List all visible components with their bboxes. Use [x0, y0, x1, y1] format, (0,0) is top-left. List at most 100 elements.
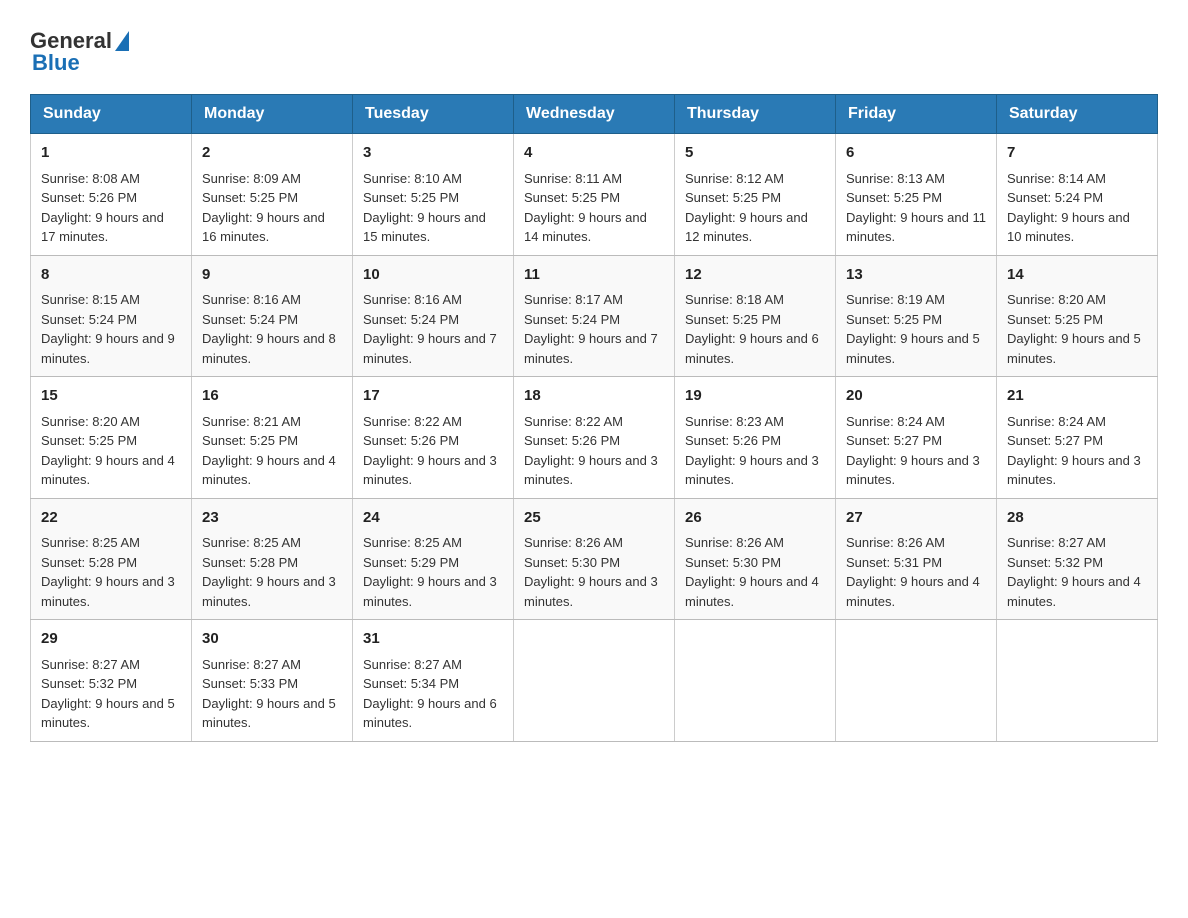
- sunset-text: Sunset: 5:25 PM: [1007, 312, 1103, 327]
- calendar-cell: 6Sunrise: 8:13 AMSunset: 5:25 PMDaylight…: [836, 134, 997, 256]
- sunrise-text: Sunrise: 8:13 AM: [846, 171, 945, 186]
- sunset-text: Sunset: 5:25 PM: [41, 433, 137, 448]
- sunrise-text: Sunrise: 8:09 AM: [202, 171, 301, 186]
- calendar-cell: 13Sunrise: 8:19 AMSunset: 5:25 PMDayligh…: [836, 255, 997, 377]
- day-number: 14: [1007, 264, 1147, 287]
- column-header-monday: Monday: [192, 95, 353, 134]
- logo-blue: Blue: [32, 52, 129, 74]
- sunset-text: Sunset: 5:25 PM: [685, 190, 781, 205]
- calendar-cell: 16Sunrise: 8:21 AMSunset: 5:25 PMDayligh…: [192, 377, 353, 499]
- calendar-cell: [997, 620, 1158, 742]
- calendar-cell: 31Sunrise: 8:27 AMSunset: 5:34 PMDayligh…: [353, 620, 514, 742]
- calendar-cell: 1Sunrise: 8:08 AMSunset: 5:26 PMDaylight…: [31, 134, 192, 256]
- column-header-sunday: Sunday: [31, 95, 192, 134]
- logo: General Blue: [30, 20, 129, 74]
- day-number: 26: [685, 507, 825, 530]
- sunrise-text: Sunrise: 8:25 AM: [41, 535, 140, 550]
- calendar-cell: 26 Sunrise: 8:26 AM Sunset: 5:30 PM Dayligh…: [675, 498, 836, 620]
- calendar-week-row: 1Sunrise: 8:08 AMSunset: 5:26 PMDaylight…: [31, 134, 1158, 256]
- column-header-friday: Friday: [836, 95, 997, 134]
- sunrise-text: Sunrise: 8:27 AM: [41, 657, 140, 672]
- day-number: 27: [846, 507, 986, 530]
- calendar-cell: 3Sunrise: 8:10 AMSunset: 5:25 PMDaylight…: [353, 134, 514, 256]
- daylight-text: Daylight: 9 hours and 3 minutes.: [524, 453, 658, 488]
- sunset-text: Sunset: 5:24 PM: [524, 312, 620, 327]
- day-number: 11: [524, 264, 664, 287]
- sunrise-text: Sunrise: 8:25 AM: [363, 535, 462, 550]
- calendar-cell: 24Sunrise: 8:25 AMSunset: 5:29 PMDayligh…: [353, 498, 514, 620]
- sunset-text: Sunset: 5:26 PM: [41, 190, 137, 205]
- sunrise-text: Sunrise: 8:27 AM: [202, 657, 301, 672]
- calendar-week-row: 22 Sunrise: 8:25 AM Sunset: 5:28 PM Dayligh…: [31, 498, 1158, 620]
- calendar-cell: 2Sunrise: 8:09 AMSunset: 5:25 PMDaylight…: [192, 134, 353, 256]
- daylight-text: Daylight: 9 hours and 6 minutes.: [685, 331, 819, 366]
- sunset-text: Sunset: 5:31 PM: [846, 555, 942, 570]
- sunset-text: Sunset: 5:27 PM: [846, 433, 942, 448]
- day-number: 22: [41, 507, 181, 530]
- daylight-text: Daylight: 9 hours and 3 minutes.: [363, 453, 497, 488]
- sunrise-text: Sunrise: 8:26 AM: [685, 535, 784, 550]
- calendar-header-row: SundayMondayTuesdayWednesdayThursdayFrid…: [31, 95, 1158, 134]
- sunset-text: Sunset: 5:30 PM: [685, 555, 781, 570]
- calendar-cell: [514, 620, 675, 742]
- daylight-text: Daylight: 9 hours and 8 minutes.: [202, 331, 336, 366]
- sunrise-text: Sunrise: 8:22 AM: [363, 414, 462, 429]
- calendar-cell: 8Sunrise: 8:15 AMSunset: 5:24 PMDaylight…: [31, 255, 192, 377]
- day-number: 2: [202, 142, 342, 165]
- daylight-text: Daylight: 9 hours and 4 minutes.: [685, 574, 819, 609]
- calendar-cell: 30Sunrise: 8:27 AMSunset: 5:33 PMDayligh…: [192, 620, 353, 742]
- logo-triangle-icon: [115, 31, 129, 51]
- daylight-text: Daylight: 9 hours and 3 minutes.: [41, 574, 175, 609]
- sunrise-text: Sunrise: 8:27 AM: [1007, 535, 1106, 550]
- daylight-text: Daylight: 9 hours and 15 minutes.: [363, 210, 486, 245]
- sunrise-text: Sunrise: 8:17 AM: [524, 292, 623, 307]
- calendar-cell: 29Sunrise: 8:27 AMSunset: 5:32 PMDayligh…: [31, 620, 192, 742]
- page-header: General Blue: [30, 20, 1158, 74]
- daylight-text: Daylight: 9 hours and 5 minutes.: [1007, 331, 1141, 366]
- sunset-text: Sunset: 5:27 PM: [1007, 433, 1103, 448]
- sunset-text: Sunset: 5:30 PM: [524, 555, 620, 570]
- sunset-text: Sunset: 5:32 PM: [41, 676, 137, 691]
- daylight-text: Daylight: 9 hours and 3 minutes.: [846, 453, 980, 488]
- daylight-text: Daylight: 9 hours and 5 minutes.: [202, 696, 336, 731]
- daylight-text: Daylight: 9 hours and 4 minutes.: [41, 453, 175, 488]
- day-number: 18: [524, 385, 664, 408]
- daylight-text: Daylight: 9 hours and 3 minutes.: [363, 574, 497, 609]
- daylight-text: Daylight: 9 hours and 11 minutes.: [846, 210, 986, 245]
- calendar-cell: 14 Sunrise: 8:20 AM Sunset: 5:25 PM Dayligh…: [997, 255, 1158, 377]
- sunrise-text: Sunrise: 8:20 AM: [1007, 292, 1106, 307]
- calendar-cell: 10Sunrise: 8:16 AMSunset: 5:24 PMDayligh…: [353, 255, 514, 377]
- sunset-text: Sunset: 5:28 PM: [41, 555, 137, 570]
- sunset-text: Sunset: 5:29 PM: [363, 555, 459, 570]
- sunset-text: Sunset: 5:28 PM: [202, 555, 298, 570]
- sunrise-text: Sunrise: 8:21 AM: [202, 414, 301, 429]
- calendar-cell: 20Sunrise: 8:24 AMSunset: 5:27 PMDayligh…: [836, 377, 997, 499]
- day-number: 19: [685, 385, 825, 408]
- day-number: 21: [1007, 385, 1147, 408]
- daylight-text: Daylight: 9 hours and 3 minutes.: [524, 574, 658, 609]
- calendar-cell: [675, 620, 836, 742]
- day-number: 28: [1007, 507, 1147, 530]
- day-number: 23: [202, 507, 342, 530]
- daylight-text: Daylight: 9 hours and 7 minutes.: [363, 331, 497, 366]
- sunrise-text: Sunrise: 8:16 AM: [202, 292, 301, 307]
- sunset-text: Sunset: 5:33 PM: [202, 676, 298, 691]
- sunrise-text: Sunrise: 8:23 AM: [685, 414, 784, 429]
- day-number: 7: [1007, 142, 1147, 165]
- day-number: 20: [846, 385, 986, 408]
- sunset-text: Sunset: 5:26 PM: [363, 433, 459, 448]
- sunrise-text: Sunrise: 8:25 AM: [202, 535, 301, 550]
- sunset-text: Sunset: 5:32 PM: [1007, 555, 1103, 570]
- calendar-cell: 21Sunrise: 8:24 AMSunset: 5:27 PMDayligh…: [997, 377, 1158, 499]
- daylight-text: Daylight: 9 hours and 5 minutes.: [846, 331, 980, 366]
- daylight-text: Daylight: 9 hours and 12 minutes.: [685, 210, 808, 245]
- sunrise-text: Sunrise: 8:26 AM: [524, 535, 623, 550]
- sunrise-text: Sunrise: 8:27 AM: [363, 657, 462, 672]
- sunset-text: Sunset: 5:25 PM: [846, 190, 942, 205]
- day-number: 15: [41, 385, 181, 408]
- daylight-text: Daylight: 9 hours and 3 minutes.: [202, 574, 336, 609]
- calendar-cell: 12Sunrise: 8:18 AMSunset: 5:25 PMDayligh…: [675, 255, 836, 377]
- day-number: 12: [685, 264, 825, 287]
- day-number: 8: [41, 264, 181, 287]
- calendar-week-row: 29Sunrise: 8:27 AMSunset: 5:32 PMDayligh…: [31, 620, 1158, 742]
